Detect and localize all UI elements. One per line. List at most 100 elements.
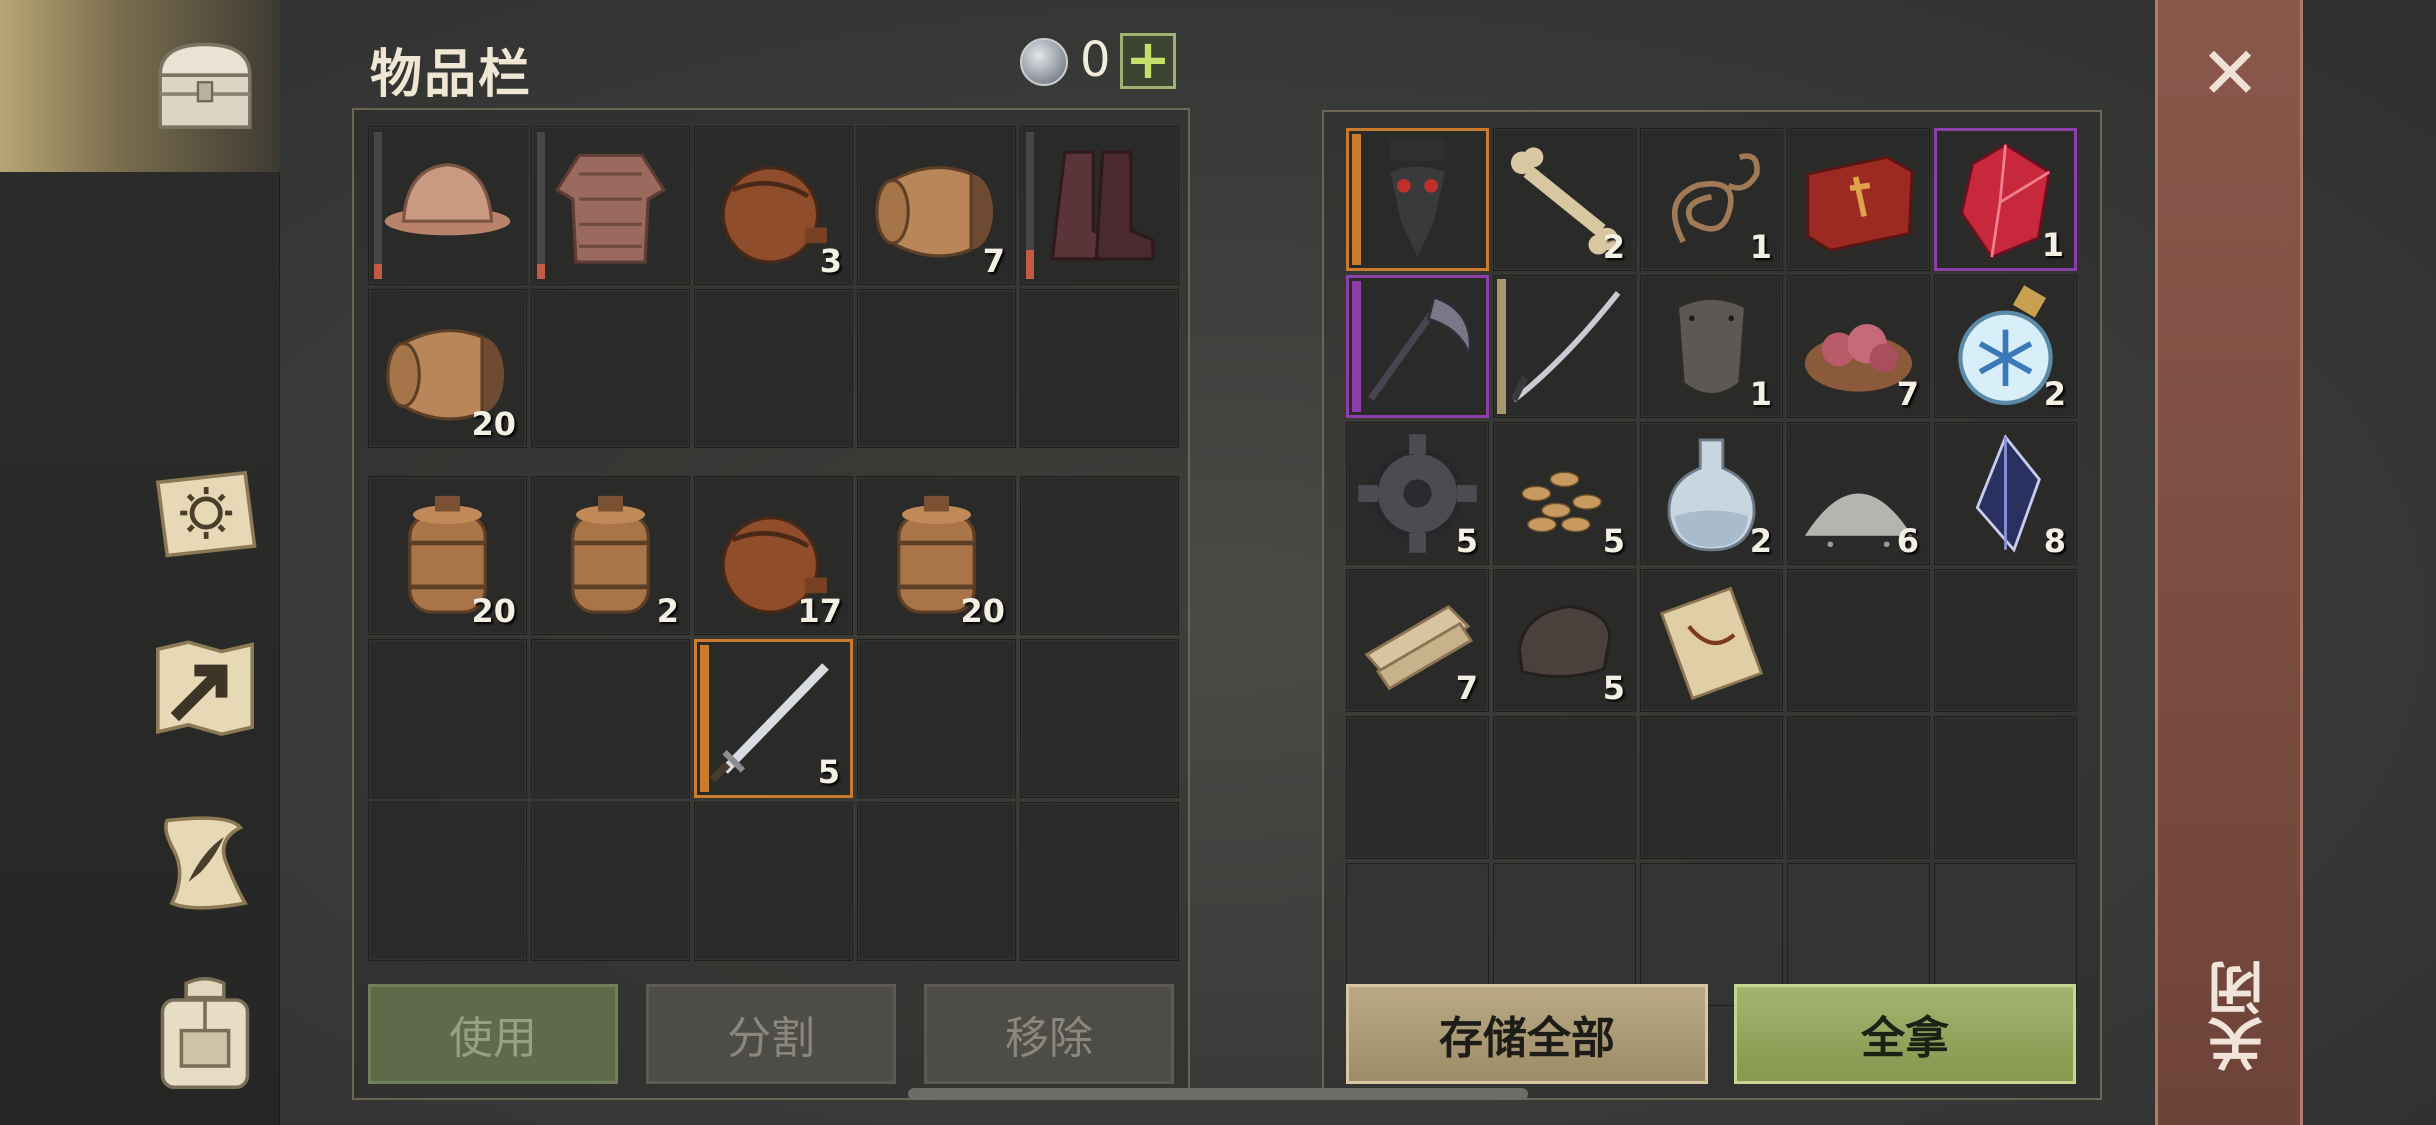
- coin-count: 0: [1080, 32, 1111, 88]
- scythe-icon: [1349, 278, 1486, 415]
- item-slot-leather-piece[interactable]: 1: [1640, 275, 1783, 418]
- item-slot-gear[interactable]: 5: [1346, 422, 1489, 565]
- home-indicator: [908, 1088, 1528, 1100]
- item-count: 2: [1602, 228, 1625, 266]
- item-count: 5: [1602, 669, 1625, 707]
- item-count: 2: [656, 592, 679, 630]
- item-count: 17: [797, 592, 842, 630]
- item-slot-keg[interactable]: 20: [857, 476, 1016, 635]
- item-slot-barrel[interactable]: 20: [368, 289, 527, 448]
- bag-grid: 20 2 17 20 5: [368, 476, 1179, 961]
- item-slot-barrel[interactable]: 7: [857, 126, 1016, 285]
- red-book-icon: [1788, 129, 1929, 270]
- take-all-button[interactable]: 全拿: [1734, 984, 2076, 1084]
- inventory-title: 物品栏: [370, 45, 533, 105]
- add-coins-button[interactable]: +: [1120, 33, 1176, 89]
- empty-slot[interactable]: [1640, 716, 1783, 859]
- item-count: 1: [1749, 228, 1772, 266]
- empty-slot[interactable]: [1020, 639, 1179, 798]
- quest-scroll-icon[interactable]: [140, 798, 270, 928]
- item-slot-chainmail[interactable]: [531, 126, 690, 285]
- map-arrow-icon[interactable]: [140, 622, 270, 752]
- item-slot-sword[interactable]: 5: [694, 639, 853, 798]
- silver-coin-icon: [1020, 38, 1068, 86]
- item-slot-scythe[interactable]: [1346, 275, 1489, 418]
- scroll-icon: [1641, 570, 1782, 711]
- helmet-icon: [369, 127, 526, 284]
- empty-slot[interactable]: [694, 802, 853, 961]
- item-slot-iron-ingot[interactable]: 5: [1493, 569, 1636, 712]
- plague-mask-icon: [1349, 131, 1486, 268]
- item-slot-powder[interactable]: 6: [1787, 422, 1930, 565]
- empty-slot[interactable]: [531, 802, 690, 961]
- item-count: 3: [819, 242, 842, 280]
- close-icon[interactable]: ✕: [2195, 37, 2265, 109]
- item-slot-bone[interactable]: 2: [1493, 128, 1636, 271]
- empty-slot[interactable]: [1020, 289, 1179, 448]
- item-slot-plague-mask[interactable]: [1346, 128, 1489, 271]
- item-count: 20: [471, 405, 516, 443]
- empty-slot[interactable]: [1020, 476, 1179, 635]
- boots-icon: [1021, 127, 1178, 284]
- item-slot-red-gem[interactable]: 1: [1934, 128, 2077, 271]
- empty-slot[interactable]: [1787, 716, 1930, 859]
- item-count: 2: [2043, 375, 2066, 413]
- empty-slot[interactable]: [857, 289, 1016, 448]
- item-count: 8: [2043, 522, 2066, 560]
- item-count: 20: [471, 592, 516, 630]
- item-slot-boots[interactable]: [1020, 126, 1179, 285]
- item-slot-rope[interactable]: 1: [1640, 128, 1783, 271]
- remove-button[interactable]: 移除: [924, 984, 1174, 1084]
- item-count: 5: [1455, 522, 1478, 560]
- use-button[interactable]: 使用: [368, 984, 618, 1084]
- item-slot-helmet[interactable]: [368, 126, 527, 285]
- empty-slot[interactable]: [1934, 569, 2077, 712]
- item-count: 7: [1455, 669, 1478, 707]
- item-slot-red-book[interactable]: [1787, 128, 1930, 271]
- empty-slot[interactable]: [857, 639, 1016, 798]
- item-slot-frost-potion[interactable]: 2: [1934, 275, 2077, 418]
- item-slot-scroll[interactable]: [1640, 569, 1783, 712]
- item-count: 5: [817, 753, 840, 791]
- item-slot-meat-bowl[interactable]: 7: [1787, 275, 1930, 418]
- item-slot-keg[interactable]: 20: [368, 476, 527, 635]
- item-slot-dark-crystal[interactable]: 8: [1934, 422, 2077, 565]
- empty-slot[interactable]: [1493, 716, 1636, 859]
- empty-slot[interactable]: [368, 639, 527, 798]
- empty-slot[interactable]: [368, 802, 527, 961]
- item-slot-katana[interactable]: [1493, 275, 1636, 418]
- item-count: 20: [960, 592, 1005, 630]
- item-slot-waterskin[interactable]: 3: [694, 126, 853, 285]
- empty-slot[interactable]: [531, 639, 690, 798]
- equipment-grid: 3 7 20: [368, 126, 1179, 448]
- split-button[interactable]: 分割: [646, 984, 896, 1084]
- chainmail-icon: [532, 127, 689, 284]
- item-count: 5: [1602, 522, 1625, 560]
- empty-slot[interactable]: [1020, 802, 1179, 961]
- empty-slot[interactable]: [1346, 716, 1489, 859]
- empty-slot[interactable]: [531, 289, 690, 448]
- empty-slot[interactable]: [1787, 569, 1930, 712]
- close-sidebar[interactable]: [2155, 0, 2303, 1125]
- storage-grid: 2 1 1 1 7 2 5 5 2 6 8 7 5: [1346, 128, 2077, 1006]
- empty-slot[interactable]: [694, 289, 853, 448]
- chest-icon[interactable]: [140, 22, 270, 152]
- item-slot-planks[interactable]: 7: [1346, 569, 1489, 712]
- empty-slot[interactable]: [857, 802, 1016, 961]
- close-label[interactable]: 关闭: [2200, 960, 2281, 1072]
- item-slot-seeds[interactable]: 5: [1493, 422, 1636, 565]
- item-count: 1: [2041, 226, 2064, 264]
- katana-icon: [1494, 276, 1635, 417]
- item-count: 6: [1896, 522, 1919, 560]
- journal-sun-icon[interactable]: [140, 448, 270, 578]
- item-slot-waterskin[interactable]: 17: [694, 476, 853, 635]
- backpack-icon[interactable]: [140, 968, 270, 1098]
- empty-slot[interactable]: [1934, 716, 2077, 859]
- store-all-button[interactable]: 存储全部: [1346, 984, 1708, 1084]
- item-count: 7: [982, 242, 1005, 280]
- item-slot-potion-bottle[interactable]: 2: [1640, 422, 1783, 565]
- item-count: 2: [1749, 522, 1772, 560]
- item-count: 1: [1749, 375, 1772, 413]
- item-count: 7: [1896, 375, 1919, 413]
- item-slot-keg[interactable]: 2: [531, 476, 690, 635]
